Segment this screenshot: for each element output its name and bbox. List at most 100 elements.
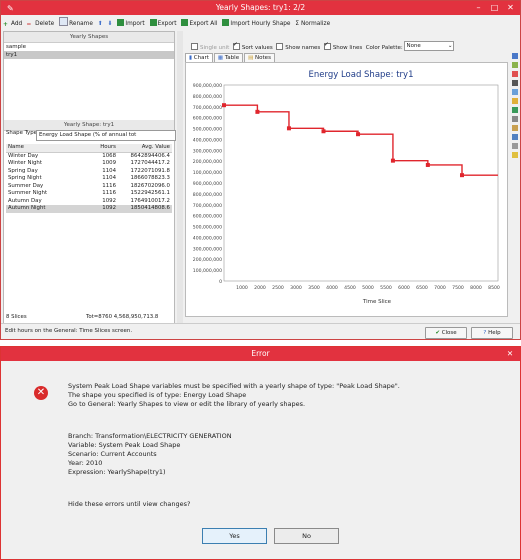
table-row[interactable]: Spring Day 1104 1722071091.8 [6, 168, 172, 176]
import-hourly-icon [222, 19, 230, 26]
col-name[interactable]: Name [8, 144, 24, 152]
color-palette-select[interactable]: None ⌄ [404, 41, 455, 51]
normalize-label: Normalize [300, 21, 331, 27]
x-tick-label: 3000 [290, 285, 302, 291]
data-point [390, 158, 395, 163]
tab-table[interactable]: ▦ Table [213, 53, 244, 62]
error-message-line: Variable: System Peak Load Shape [68, 441, 181, 449]
col-hours[interactable]: Hours [94, 144, 116, 152]
export-chart-icon[interactable] [512, 152, 518, 158]
table-row[interactable]: Summer Day 1116 1826702096.0 [6, 183, 172, 191]
cell-avg-value[interactable]: 1764910017.2 [118, 198, 170, 206]
tab-chart[interactable]: ▮ Chart [185, 53, 213, 62]
shape-list-item[interactable]: sample [4, 43, 174, 51]
shape-list-item-selected[interactable]: try1 [4, 51, 174, 59]
single-unit-label: Single unit [200, 45, 230, 51]
cell-hours[interactable]: 1092 [94, 198, 116, 206]
col-avg-value[interactable]: Avg. Value [118, 144, 170, 152]
table-row[interactable]: Autumn Day 1092 1764910017.2 [6, 198, 172, 206]
move-down-icon[interactable]: ⬇ [108, 18, 113, 30]
table-row[interactable]: Winter Night 1009 1727044417.2 [6, 160, 172, 168]
close-window-button[interactable]: ✕ [503, 2, 518, 13]
table-view-icon[interactable] [512, 80, 518, 86]
yes-button[interactable]: Yes [202, 528, 267, 544]
cell-name[interactable]: Summer Night [8, 190, 47, 198]
cell-avg-value[interactable]: 8642894406.4 [118, 153, 170, 161]
import-hourly-label: Import Hourly Shape [230, 21, 291, 27]
close-dialog-button[interactable]: ✕ [502, 347, 518, 361]
cell-hours[interactable]: 1104 [94, 168, 116, 176]
export-all-button[interactable]: Export All [181, 18, 217, 30]
checkbox-icon [191, 43, 198, 50]
table-row[interactable]: Summer Night 1116 1522942561.1 [6, 190, 172, 198]
zoom-icon[interactable] [512, 134, 518, 140]
cell-name[interactable]: Spring Day [8, 168, 38, 176]
series-line [224, 104, 498, 176]
cell-hours[interactable]: 1116 [94, 183, 116, 191]
settings-icon[interactable] [512, 143, 518, 149]
grid-icon[interactable] [512, 62, 518, 68]
checkbox-icon [276, 43, 284, 50]
table-row[interactable]: Winter Day 1068 8642894406.4 [6, 153, 172, 161]
cell-name[interactable]: Spring Night [8, 175, 42, 183]
error-message-line: System Peak Load Shape variables must be… [68, 382, 400, 390]
single-unit-toggle[interactable]: Single unit [191, 43, 230, 51]
cell-hours[interactable]: 1092 [94, 205, 116, 213]
cell-name[interactable]: Summer Day [8, 183, 43, 191]
table-row[interactable]: Autumn Night 1092 1850414808.6 [6, 205, 172, 213]
copy-icon[interactable] [512, 125, 518, 131]
error-title: Error [251, 349, 270, 358]
3d-icon[interactable] [512, 89, 518, 95]
hash-icon[interactable] [512, 71, 518, 77]
maximize-button[interactable]: □ [487, 2, 502, 13]
cell-hours[interactable]: 1068 [94, 153, 116, 161]
delete-button[interactable]: ━ Delete [27, 18, 54, 30]
cell-avg-value[interactable]: 1722071091.8 [118, 168, 170, 176]
show-lines-toggle[interactable]: Show lines [323, 41, 362, 51]
cell-avg-value[interactable]: 1850414808.6 [118, 205, 170, 213]
help-button[interactable]: ? Help [471, 327, 513, 339]
cell-avg-value[interactable]: 1826702096.0 [118, 183, 170, 191]
move-up-icon[interactable]: ⬆ [98, 18, 103, 30]
print-icon[interactable] [512, 116, 518, 122]
cell-avg-value[interactable]: 1866078823.3 [118, 175, 170, 183]
table-row[interactable]: Spring Night 1104 1866078823.3 [6, 175, 172, 183]
star-icon[interactable] [512, 98, 518, 104]
cell-hours[interactable]: 1104 [94, 175, 116, 183]
cell-avg-value[interactable]: 1727044417.2 [118, 160, 170, 168]
shape-type-select[interactable]: Energy Load Shape (% of annual tot [36, 130, 176, 141]
export-button[interactable]: Export [149, 18, 177, 30]
error-icon: ✕ [34, 386, 48, 400]
import-button[interactable]: Import [117, 18, 145, 30]
cell-name[interactable]: Autumn Day [8, 198, 42, 206]
color-palette-value: None [406, 43, 421, 49]
no-button[interactable]: No [274, 528, 339, 544]
show-names-toggle[interactable]: Show names [276, 43, 320, 51]
y-tick-label: 0 [219, 279, 222, 285]
normalize-button[interactable]: Σ Normalize [295, 18, 330, 30]
splitter[interactable] [177, 31, 183, 324]
shape-type-row: Shape Type: Energy Load Shape (% of annu… [6, 130, 176, 141]
cell-name[interactable]: Winter Night [8, 160, 42, 168]
rename-button[interactable]: Rename [59, 17, 93, 30]
cell-hours[interactable]: 1116 [94, 190, 116, 198]
y-tick-label: 500,000,000 [193, 225, 222, 231]
import-icon [117, 19, 125, 26]
checkbox-checked-icon [232, 41, 240, 50]
cell-avg-value[interactable]: 1522942561.1 [118, 190, 170, 198]
minimize-button[interactable]: – [471, 2, 486, 13]
cell-name[interactable]: Autumn Night [8, 205, 46, 213]
import-hourly-shape-button[interactable]: Import Hourly Shape [222, 18, 291, 30]
status-bar: Edit hours on the General: Time Slices s… [1, 323, 520, 339]
x-tick-label: 4500 [344, 285, 356, 291]
close-button[interactable]: ✔ Close [425, 327, 467, 339]
chart-type-icon[interactable] [512, 53, 518, 59]
cell-hours[interactable]: 1009 [94, 160, 116, 168]
sort-values-toggle[interactable]: Sort values [232, 41, 273, 51]
cell-name[interactable]: Winter Day [8, 153, 38, 161]
table-icon: ▦ [217, 55, 224, 61]
x-tick-label: 7500 [452, 285, 464, 291]
tab-notes[interactable]: ▤ Notes [244, 53, 275, 62]
add-button[interactable]: + Add [3, 18, 22, 30]
legend-icon[interactable] [512, 107, 518, 113]
